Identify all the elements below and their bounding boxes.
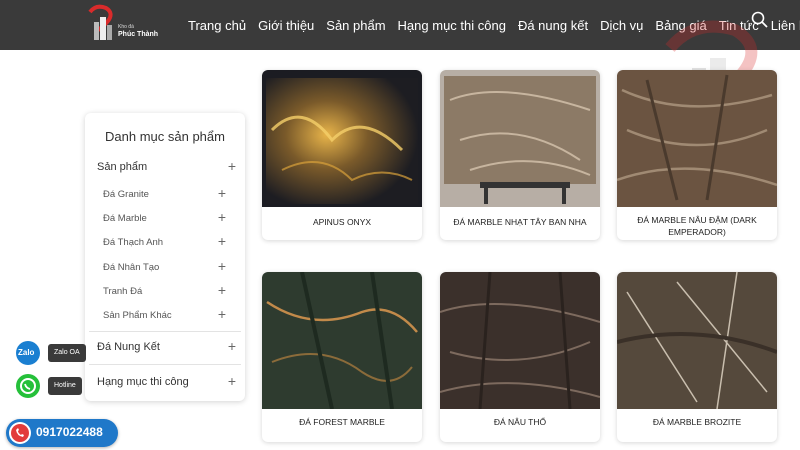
product-name[interactable]: ĐÁ FOREST MARBLE [268, 416, 416, 428]
sidebar-item-products[interactable]: Sản phẩm + [85, 157, 245, 181]
product-card-dark-emperador[interactable]: ĐÁ MARBLE NÂU ĐẬM (DARK EMPERADOR) [617, 70, 777, 240]
product-image[interactable] [440, 272, 600, 409]
sidebar-item-sintered-stone[interactable]: Đá Nung Kết + [85, 337, 245, 361]
product-name[interactable]: APINUS ONYX [268, 216, 416, 228]
plus-icon[interactable]: + [215, 307, 229, 321]
sidebar-item-label: Sản phẩm [97, 161, 148, 173]
product-card-nau-tho[interactable]: ĐÁ NÂU THỔ [440, 272, 600, 442]
product-card-apinus-onyx[interactable]: APINUS ONYX [262, 70, 422, 240]
product-name[interactable]: ĐÁ MARBLE NÂU ĐẬM (DARK EMPERADOR) [623, 214, 771, 238]
sidebar-subitem-other[interactable]: Sản Phẩm Khác + [85, 305, 245, 329]
product-card-forest-marble[interactable]: ĐÁ FOREST MARBLE [262, 272, 422, 442]
sidebar-divider [89, 364, 241, 365]
plus-icon[interactable]: + [225, 374, 239, 388]
plus-icon[interactable]: + [215, 283, 229, 297]
sidebar-subitem-label: Đá Thạch Anh [103, 237, 164, 248]
sidebar-item-projects[interactable]: Hạng mục thi công + [85, 372, 245, 396]
logo-mark-icon [88, 4, 113, 40]
hotline-label[interactable]: Hotline [48, 377, 82, 395]
sidebar-subitem-stone-art[interactable]: Tranh Đá + [85, 281, 245, 305]
sidebar-subitem-label: Đá Marble [103, 213, 147, 224]
sidebar-title: Danh mục sản phẩm [105, 129, 225, 144]
plus-icon[interactable]: + [215, 186, 229, 200]
product-image[interactable] [617, 70, 777, 207]
sidebar-subitem-label: Sản Phẩm Khác [103, 310, 172, 321]
sidebar-subitem-label: Đá Granite [103, 189, 149, 200]
product-name[interactable]: ĐÁ NÂU THỔ [446, 416, 594, 428]
product-image[interactable] [617, 272, 777, 409]
nav-item-about[interactable]: Giới thiệu [258, 18, 314, 33]
plus-icon[interactable]: + [225, 159, 239, 173]
nav-item-products[interactable]: Sản phẩm [326, 18, 385, 33]
plus-icon[interactable]: + [215, 210, 229, 224]
brand-small-text: Kho đá [118, 24, 134, 30]
nav-item-services[interactable]: Dịch vụ [600, 18, 643, 33]
product-image[interactable] [262, 70, 422, 207]
nav-item-home[interactable]: Trang chủ [188, 18, 246, 33]
product-image[interactable] [440, 70, 600, 207]
product-card-brozite-marble[interactable]: ĐÁ MARBLE BROZITE [617, 272, 777, 442]
sidebar-item-label: Hạng mục thi công [97, 376, 189, 388]
product-name[interactable]: ĐÁ MARBLE BROZITE [623, 416, 771, 428]
whatsapp-icon[interactable] [16, 374, 40, 398]
hotline-number: 0917022488 [36, 425, 103, 439]
nav-item-projects[interactable]: Hạng mục thi công [398, 18, 506, 33]
brand-name: Phúc Thành [118, 31, 159, 38]
sidebar-subitem-quartz[interactable]: Đá Thạch Anh + [85, 232, 245, 256]
product-card-spanish-marble[interactable]: ĐÁ MARBLE NHẠT TÂY BAN NHA [440, 70, 600, 240]
product-name[interactable]: ĐÁ MARBLE NHẠT TÂY BAN NHA [446, 216, 594, 228]
zalo-icon-text: Zalo [18, 348, 35, 357]
zalo-label[interactable]: Zalo OA [48, 344, 86, 362]
nav-item-sintered-stone[interactable]: Đá nung kết [518, 18, 588, 33]
phone-icon [9, 422, 31, 444]
hotline-button[interactable]: 0917022488 [6, 419, 118, 447]
brand-logo[interactable]: Kho đá Phúc Thành [84, 4, 174, 44]
sidebar-subitem-granite[interactable]: Đá Granite + [85, 184, 245, 208]
sidebar-item-label: Đá Nung Kết [97, 341, 160, 353]
plus-icon[interactable]: + [215, 259, 229, 273]
sidebar-divider [89, 331, 241, 332]
sidebar-subitem-label: Tranh Đá [103, 286, 143, 297]
zalo-icon[interactable]: Zalo [16, 341, 40, 365]
product-image[interactable] [262, 272, 422, 409]
sidebar-subitem-artificial-stone[interactable]: Đá Nhân Tạo + [85, 257, 245, 281]
sidebar-subitem-marble[interactable]: Đá Marble + [85, 208, 245, 232]
plus-icon[interactable]: + [225, 339, 239, 353]
plus-icon[interactable]: + [215, 234, 229, 248]
category-sidebar: Danh mục sản phẩm Sản phẩm + Đá Granite … [85, 113, 245, 401]
sidebar-subitem-label: Đá Nhân Tạo [103, 262, 160, 273]
